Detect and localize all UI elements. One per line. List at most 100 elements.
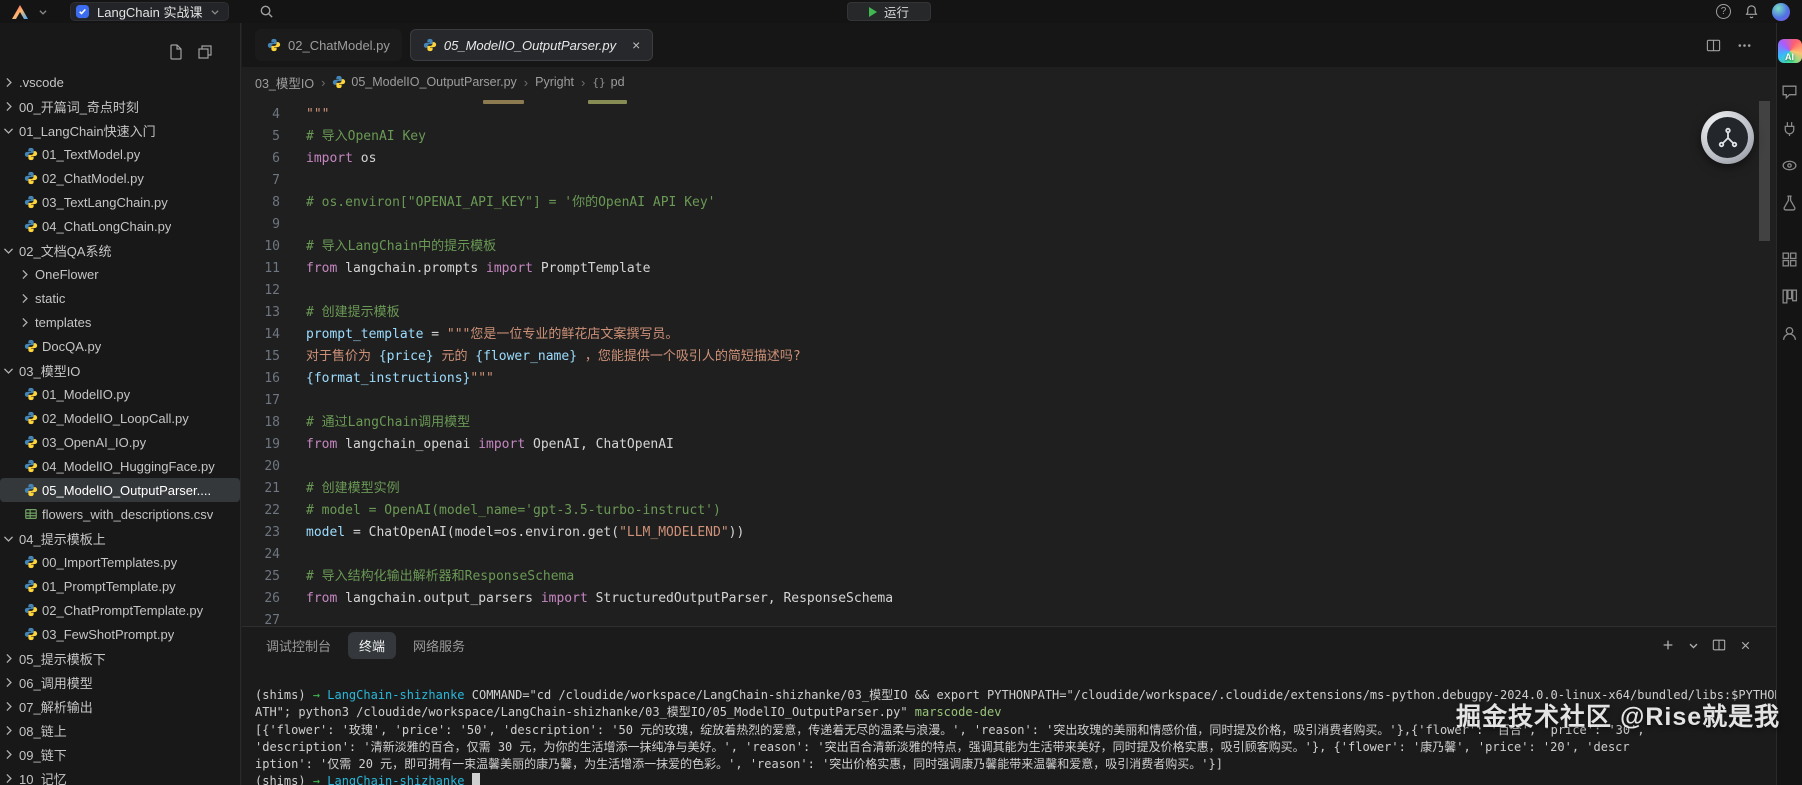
tree-item[interactable]: 01_ModelIO.py [0,382,240,406]
code-line[interactable]: 23model = ChatOpenAI(model=os.environ.ge… [242,522,1776,544]
tree-item[interactable]: 03_FewShotPrompt.py [0,622,240,646]
panel-tab[interactable]: 调试控制台 [255,632,342,659]
breadcrumb-item[interactable]: 03_模型IO [255,73,314,92]
tree-item[interactable]: 06_调用模型 [0,670,240,694]
tree-item[interactable]: static [0,286,240,310]
tree-item[interactable]: 04_ModelIO_HuggingFace.py [0,454,240,478]
tree-item[interactable]: 03_模型IO [0,358,240,382]
code-line[interactable]: 10# 导入LangChain中的提示模板 [242,236,1776,258]
line-number: 25 [242,566,280,588]
breadcrumb-item[interactable]: {}pd [592,75,624,89]
close-panel-icon[interactable] [1739,639,1752,652]
tree-item[interactable]: OneFlower [0,262,240,286]
tree-item-label: templates [35,315,91,330]
panel-tab[interactable]: 网络服务 [402,632,476,659]
tree-item-label: 02_ChatModel.py [42,171,144,186]
notifications-bell-icon[interactable] [1744,4,1759,19]
tree-item[interactable]: flowers_with_descriptions.csv [0,502,240,526]
tree-item[interactable]: 05_ModelIO_OutputParser.... [0,478,240,502]
user-icon[interactable] [1781,324,1799,342]
tree-item[interactable]: templates [0,310,240,334]
editor-tab[interactable]: 02_ChatModel.py [255,29,402,61]
tree-item[interactable]: 02_ChatModel.py [0,166,240,190]
tree-item[interactable]: 00_开篇词_奇点时刻 [0,94,240,118]
line-number: 7 [242,170,280,192]
tree-item[interactable]: 04_提示模板上 [0,526,240,550]
tree-item[interactable]: 05_提示模板下 [0,646,240,670]
more-actions-icon[interactable] [1737,38,1752,53]
code-line[interactable]: 26from langchain.output_parsers import S… [242,588,1776,610]
tree-item[interactable]: 08_链上 [0,718,240,742]
code-line[interactable]: 17 [242,390,1776,412]
open-editors-icon[interactable] [197,44,213,60]
split-editor-icon[interactable] [1706,38,1721,53]
experiment-flask-icon[interactable] [1781,193,1799,211]
run-button[interactable]: 运行 [847,2,931,21]
breadcrumb-label: pd [611,75,625,89]
code-line[interactable]: 9 [242,214,1776,236]
help-icon[interactable]: ? [1716,4,1731,19]
preview-eye-icon[interactable] [1781,156,1799,174]
tree-item[interactable]: 03_OpenAI_IO.py [0,430,240,454]
plugin-icon[interactable] [1781,119,1799,137]
code-line[interactable]: 12 [242,280,1776,302]
kanban-layout-icon[interactable] [1781,287,1799,305]
terminal-line: (shims) → LangChain-shizhanke [255,773,1776,785]
apps-grid-icon[interactable] [1781,250,1799,268]
code-line[interactable]: 18# 通过LangChain调用模型 [242,412,1776,434]
code-editor[interactable]: 4"""5# 导入OpenAI Key6import os78# os.envi… [242,97,1776,626]
split-panel-icon[interactable] [1712,638,1726,652]
code-line[interactable]: 11from langchain.prompts import PromptTe… [242,258,1776,280]
code-line[interactable]: 14prompt_template = """您是一位专业的鲜花店文案撰写员。 [242,324,1776,346]
code-line[interactable]: 21# 创建模型实例 [242,478,1776,500]
code-line[interactable]: 4""" [242,104,1776,126]
tree-item[interactable]: 09_链下 [0,742,240,766]
breadcrumb-item[interactable]: 05_ModelIO_OutputParser.py [332,75,516,89]
workspace-switcher[interactable]: LangChain 实战课 [70,2,229,21]
chat-icon[interactable] [1781,82,1799,100]
tree-item[interactable]: 01_TextModel.py [0,142,240,166]
ai-extension-icon[interactable]: AI [1778,39,1802,63]
terminal-dropdown-icon[interactable] [1688,640,1699,651]
code-line[interactable]: 22# model = OpenAI(model_name='gpt-3.5-t… [242,500,1776,522]
code-line[interactable]: 19from langchain_openai import OpenAI, C… [242,434,1776,456]
tree-item[interactable]: 01_LangChain快速入门 [0,118,240,142]
tree-item[interactable]: 02_ModelIO_LoopCall.py [0,406,240,430]
tree-item[interactable]: 02_ChatPromptTemplate.py [0,598,240,622]
user-avatar[interactable] [1772,3,1790,21]
code-line[interactable]: 6import os [242,148,1776,170]
workspace-name: LangChain 实战课 [97,2,203,21]
tree-item[interactable]: DocQA.py [0,334,240,358]
tree-item[interactable]: 00_ImportTemplates.py [0,550,240,574]
tree-item[interactable]: 03_TextLangChain.py [0,190,240,214]
code-line[interactable]: 25# 导入结构化输出解析器和ResponseSchema [242,566,1776,588]
editor-scrollbar[interactable] [1759,101,1770,241]
close-tab-icon[interactable]: × [632,38,640,52]
marscode-logo-icon[interactable] [10,3,30,21]
ai-assistant-floating-button[interactable] [1701,111,1754,164]
new-file-icon[interactable] [168,44,184,60]
code-line[interactable]: 13# 创建提示模板 [242,302,1776,324]
code-line[interactable]: 7 [242,170,1776,192]
code-line[interactable]: 8# os.environ["OPENAI_API_KEY"] = '你的Ope… [242,192,1776,214]
tree-item[interactable]: 07_解析输出 [0,694,240,718]
tree-item[interactable]: .vscode [0,70,240,94]
tree-item-label: static [35,291,65,306]
code-line[interactable]: 5# 导入OpenAI Key [242,126,1776,148]
search-icon[interactable] [259,4,274,19]
tree-item[interactable]: 10_记忆 [0,766,240,785]
new-terminal-icon[interactable] [1661,638,1675,652]
chevron-down-icon[interactable] [38,7,48,17]
code-line[interactable]: 27 [242,610,1776,626]
code-line[interactable]: 15对于售价为 {price} 元的 {flower_name} ，您能提供一个… [242,346,1776,368]
tree-item[interactable]: 02_文档QA系统 [0,238,240,262]
python-file-icon [24,147,38,161]
code-line[interactable]: 16{format_instructions}""" [242,368,1776,390]
panel-tab[interactable]: 终端 [348,632,396,659]
code-line[interactable]: 20 [242,456,1776,478]
breadcrumb-item[interactable]: Pyright [535,75,574,89]
tree-item[interactable]: 01_PromptTemplate.py [0,574,240,598]
tree-item[interactable]: 04_ChatLongChain.py [0,214,240,238]
code-line[interactable]: 24 [242,544,1776,566]
editor-tab[interactable]: 05_ModelIO_OutputParser.py× [410,29,653,61]
